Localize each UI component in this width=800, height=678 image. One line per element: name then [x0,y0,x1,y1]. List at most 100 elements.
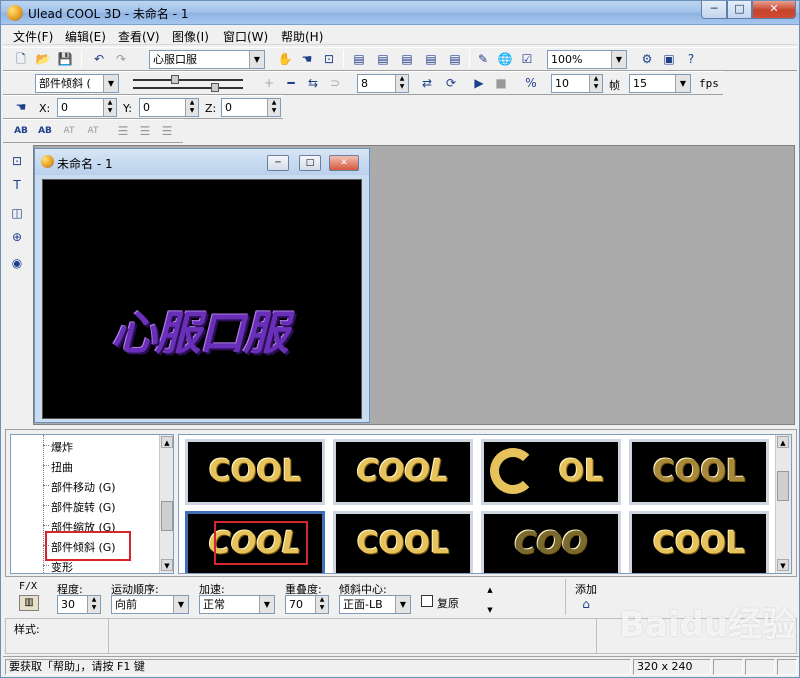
restore-checkbox[interactable] [421,595,433,607]
tree-item-part-move[interactable]: 部件移动 (G) [51,479,116,495]
font-size-down-icon[interactable]: AT [83,121,103,141]
fit-view-icon[interactable]: ⊡ [319,49,339,69]
image-export-icon[interactable]: ▣ [659,49,679,69]
menu-help[interactable]: 帮助(H) [281,28,323,45]
frame-number-spinner[interactable]: 8 ▲ ▼ [357,74,409,93]
document-icon [41,155,54,168]
layout-2-icon[interactable]: ▤ [373,49,393,69]
remove-keyframe-icon[interactable]: ━ [281,73,301,93]
rotate-hand-icon[interactable]: ☚ [297,49,317,69]
minimize-button[interactable]: ─ [701,1,727,19]
select-icon[interactable]: ⊡ [7,151,27,171]
undo-icon[interactable]: ↶ [89,49,109,69]
timeline-slider[interactable] [125,75,253,93]
toolbar-separator [469,50,470,68]
redo-icon[interactable]: ↷ [111,49,131,69]
gallery-thumb[interactable]: COOL [185,439,325,505]
document-minimize-button[interactable]: ─ [267,155,289,171]
scroll-thumb[interactable] [161,501,173,531]
gallery-thumb[interactable]: COOL [629,511,769,573]
save-icon[interactable]: 💾 [55,49,75,69]
stop-icon[interactable]: ■ [491,73,511,93]
menu-edit[interactable]: 编辑(E) [65,28,106,45]
tree-item-explode[interactable]: 爆炸 [51,439,73,455]
gallery-scrollbar[interactable]: ▲ ▼ [775,435,791,573]
loop-icon[interactable]: ⊃ [325,73,345,93]
chart-icon[interactable]: ☑ [517,49,537,69]
render-icon[interactable]: ⚙ [637,49,657,69]
menu-window[interactable]: 窗口(W) [223,28,268,45]
layout-1-icon[interactable]: ▤ [349,49,369,69]
menu-image[interactable]: 图像(I) [172,28,209,45]
swap-icon[interactable]: ⇄ [417,73,437,93]
skew-center-select[interactable]: 正面-LB ▼ [339,595,411,614]
layout-3-icon[interactable]: ▤ [397,49,417,69]
menu-file[interactable]: 文件(F) [13,28,53,45]
shape-tool-icon[interactable]: ◫ [7,203,27,223]
scroll-down-icon[interactable]: ▼ [161,559,173,571]
add-to-gallery-icon[interactable]: ⌂ [577,595,595,613]
percent-icon[interactable]: % [521,73,541,93]
gallery-thumb[interactable]: COOL [333,439,473,505]
3d-title-text[interactable]: 心服口服 [111,297,289,363]
open-folder-icon[interactable]: 📂 [33,49,53,69]
line-spacing-icon[interactable]: AB [35,121,55,141]
scroll-up-icon[interactable]: ▲ [161,436,173,448]
accel-select[interactable]: 正常 ▼ [199,595,275,614]
document-close-button[interactable]: ✕ [329,155,359,171]
tree-item-part-rotate[interactable]: 部件旋转 (G) [51,499,116,515]
x-spinner[interactable]: 0 ▲ ▼ [57,98,117,117]
refresh-icon[interactable]: ⟳ [441,73,461,93]
transform-tool-icon[interactable]: ⊕ [7,227,27,247]
text-object-select[interactable]: 心服口服 ▼ [149,50,265,69]
scroll-thumb[interactable] [777,471,789,501]
scroll-down-icon[interactable]: ▼ [777,559,789,571]
fx-toggle-icon[interactable]: ▥ [19,595,39,611]
gallery-thumb-selected[interactable]: COOL [185,511,325,573]
fps-select[interactable]: 15 ▼ [629,74,691,93]
z-spinner[interactable]: 0 ▲ ▼ [221,98,281,117]
position-hand-icon[interactable]: ☚ [11,97,31,117]
context-help-icon[interactable]: ? [681,49,701,69]
zoom-select[interactable]: 100% ▼ [547,50,627,69]
order-select[interactable]: 向前 ▼ [111,595,189,614]
gallery-thumb[interactable]: OL [481,439,621,505]
scroll-up-icon[interactable]: ▲ [777,436,789,448]
text-tool-icon[interactable]: T [7,175,27,195]
y-spinner[interactable]: 0 ▲ ▼ [139,98,199,117]
add-keyframe-icon[interactable]: + [259,73,279,93]
maximize-button[interactable]: □ [727,1,752,19]
menu-view[interactable]: 查看(V) [118,28,160,45]
tree-scrollbar[interactable]: ▲ ▼ [159,435,173,573]
degree-spinner[interactable]: 30 ▲ ▼ [57,595,101,614]
object-manager-icon[interactable]: ◉ [7,253,27,273]
align-left-icon[interactable]: ☰ [113,121,133,141]
close-button[interactable]: ✕ [752,1,796,19]
gallery-thumb[interactable]: COOL [629,439,769,505]
align-center-icon[interactable]: ☰ [135,121,155,141]
play-icon[interactable]: ▶ [469,73,489,93]
gallery-thumb[interactable]: COO [481,511,621,573]
char-spacing-icon[interactable]: AB [11,121,31,141]
style-bar: 样式: [5,618,797,654]
tree-item-morph[interactable]: 变形 [51,559,73,573]
preview-canvas[interactable]: 心服口服 [42,179,362,419]
hand-icon[interactable]: ✋ [275,49,295,69]
effect-select[interactable]: 部件倾斜 ( ▼ [35,74,119,93]
panel-scroll-arrows-icon[interactable]: ▲ ▼ [485,585,495,614]
chevron-down-icon: ▼ [173,596,188,613]
overlap-spinner[interactable]: 70 ▲ ▼ [285,595,329,614]
resize-grip-icon[interactable] [777,659,797,675]
document-maximize-button[interactable]: □ [299,155,321,171]
gallery-thumb[interactable]: COOL [333,511,473,573]
globe-icon[interactable]: 🌐 [495,49,515,69]
align-right-icon[interactable]: ☰ [157,121,177,141]
layout-5-icon[interactable]: ▤ [445,49,465,69]
total-frames-spinner[interactable]: 10 ▲ ▼ [551,74,603,93]
reverse-icon[interactable]: ⇆ [303,73,323,93]
layout-4-icon[interactable]: ▤ [421,49,441,69]
new-file-icon[interactable]: 🗋 [11,49,31,69]
tree-item-twist[interactable]: 扭曲 [51,459,73,475]
wand-icon[interactable]: ✎ [473,49,493,69]
font-size-up-icon[interactable]: AT [59,121,79,141]
